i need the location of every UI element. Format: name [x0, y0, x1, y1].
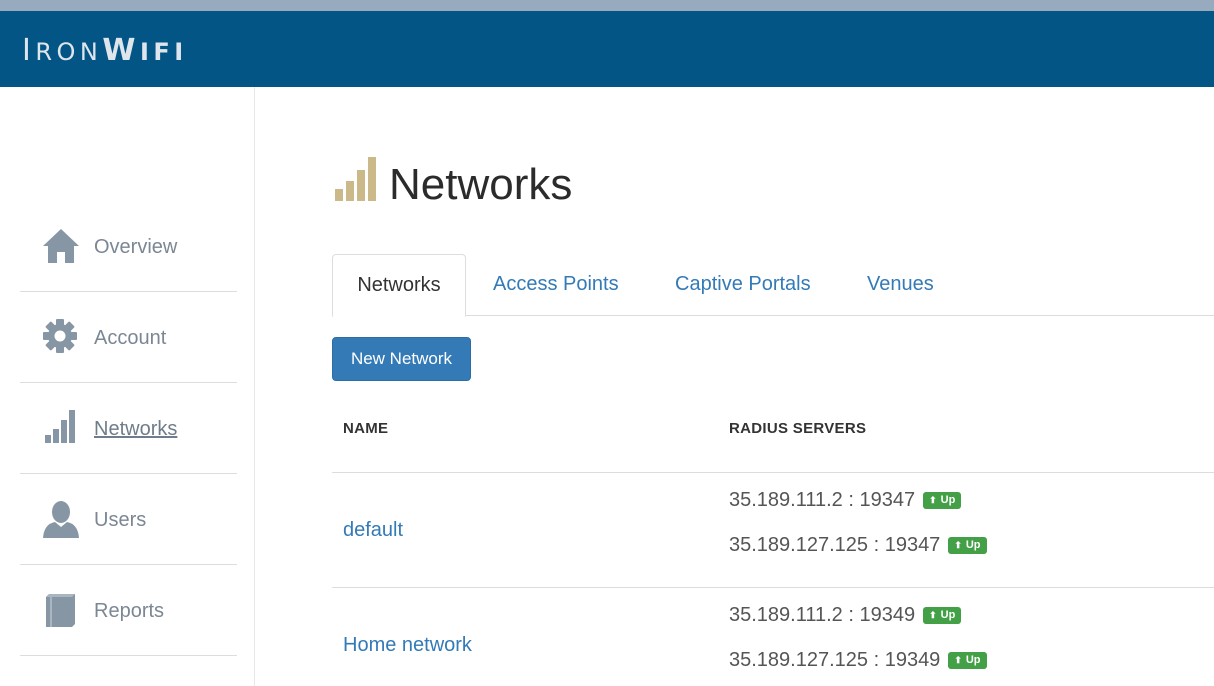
- column-header-name: NAME: [343, 420, 389, 437]
- radius-server: 35.189.111.2 : 19349 ⬆ Up: [729, 604, 962, 627]
- sidebar-item-reports[interactable]: Reports: [20, 565, 237, 656]
- status-badge: ⬆ Up: [923, 607, 962, 624]
- tab-captive-portals[interactable]: Captive Portals: [675, 254, 811, 316]
- sidebar-item-networks[interactable]: Networks: [20, 383, 237, 474]
- signal-bars-icon: [42, 409, 78, 447]
- radius-server-address: 35.189.111.2 : 19349: [729, 604, 916, 626]
- radius-server-address: 35.189.127.125 : 19349: [729, 649, 941, 671]
- arrow-up-icon: ⬆: [954, 655, 962, 665]
- book-icon: [42, 591, 78, 629]
- status-badge: ⬆ Up: [948, 537, 987, 554]
- tab-networks[interactable]: Networks: [332, 254, 466, 317]
- radius-server: 35.189.127.125 : 19347 ⬆ Up: [729, 534, 987, 557]
- radius-server-address: 35.189.127.125 : 19347: [729, 534, 941, 556]
- status-badge: ⬆ Up: [948, 652, 987, 669]
- app-header: IRONWIFI: [0, 11, 1214, 87]
- home-icon: [42, 227, 79, 265]
- network-name-link[interactable]: default: [343, 519, 403, 542]
- sidebar-item-label: Overview: [94, 236, 178, 258]
- tab-venues[interactable]: Venues: [867, 254, 934, 316]
- tab-bar: Networks Access Points Captive Portals V…: [332, 254, 1214, 317]
- arrow-up-icon: ⬆: [929, 495, 937, 505]
- new-network-button[interactable]: New Network: [332, 337, 471, 381]
- top-strip: [0, 0, 1214, 11]
- sidebar-item-overview[interactable]: Overview: [20, 201, 237, 292]
- main-content: Networks Networks Access Points Captive …: [332, 87, 1214, 686]
- sidebar-item-users[interactable]: Users: [20, 474, 237, 565]
- status-badge: ⬆ Up: [923, 492, 962, 509]
- network-name-link[interactable]: Home network: [343, 634, 472, 657]
- column-header-radius-servers: RADIUS SERVERS: [729, 420, 867, 437]
- arrow-up-icon: ⬆: [929, 610, 937, 620]
- arrow-up-icon: ⬆: [954, 540, 962, 550]
- table-row: default 35.189.111.2 : 19347 ⬆ Up 35.189.1…: [332, 472, 1214, 587]
- radius-server-address: 35.189.111.2 : 19347: [729, 489, 916, 511]
- radius-server: 35.189.127.125 : 19349 ⬆ Up: [729, 649, 987, 672]
- radius-server: 35.189.111.2 : 19347 ⬆ Up: [729, 489, 962, 512]
- signal-bars-icon: [335, 157, 377, 206]
- gear-icon: [42, 318, 78, 356]
- page-title: Networks: [389, 160, 573, 209]
- table-row: Home network 35.189.111.2 : 19349 ⬆ Up 35.…: [332, 587, 1214, 686]
- sidebar-item-account[interactable]: Account: [20, 292, 237, 383]
- sidebar-item-label: Account: [94, 327, 167, 349]
- tab-access-points[interactable]: Access Points: [493, 254, 619, 316]
- sidebar-item-label: Networks: [94, 418, 178, 440]
- sidebar: Overview Account Networks Users Reports: [0, 87, 255, 686]
- sidebar-item-label: Users: [94, 509, 147, 531]
- user-icon: [42, 500, 79, 538]
- sidebar-item-label: Reports: [94, 600, 165, 622]
- brand-logo[interactable]: IRONWIFI: [22, 33, 188, 68]
